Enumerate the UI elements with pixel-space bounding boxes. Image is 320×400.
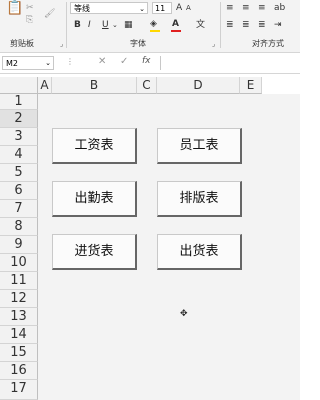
cut-icon[interactable]: ✂: [26, 2, 34, 14]
name-box-value: M2: [6, 59, 18, 68]
chuqin-sheet-button[interactable]: 出勤表: [52, 181, 137, 217]
column-header-b[interactable]: B: [52, 77, 137, 94]
clipboard-launcher-icon[interactable]: ⌟: [60, 40, 63, 48]
align-top-icon[interactable]: ≡: [226, 2, 234, 14]
row-header[interactable]: 8: [0, 218, 38, 236]
clipboard-group-label: 剪贴板: [10, 39, 34, 48]
chevron-down-icon: ⌄: [139, 5, 145, 13]
chevron-down-icon: ⌄: [45, 59, 51, 67]
font-name-dropdown[interactable]: 等线 ⌄: [70, 2, 148, 14]
row-header[interactable]: 7: [0, 200, 38, 218]
column-header-d[interactable]: D: [157, 77, 240, 94]
column-header-c[interactable]: C: [137, 77, 157, 94]
bold-button[interactable]: B: [74, 19, 81, 31]
row-header[interactable]: 5: [0, 164, 38, 182]
row-header[interactable]: 6: [0, 182, 38, 200]
indent-icon[interactable]: ⇥: [274, 19, 282, 31]
row-header[interactable]: 3: [0, 128, 38, 146]
align-left-icon[interactable]: ≣: [226, 19, 234, 31]
row-header[interactable]: 14: [0, 326, 38, 344]
fill-color-icon[interactable]: ◈: [150, 18, 157, 30]
row-header[interactable]: 4: [0, 146, 38, 164]
increase-font-icon[interactable]: A: [176, 2, 182, 14]
column-header-e[interactable]: E: [240, 77, 262, 94]
row-header[interactable]: 12: [0, 290, 38, 308]
align-right-icon[interactable]: ≣: [258, 19, 266, 31]
jinhuo-sheet-button[interactable]: 进货表: [52, 234, 137, 270]
row-header[interactable]: 1: [0, 94, 38, 110]
more-icon: ⋮: [66, 57, 74, 66]
chuhuo-sheet-button[interactable]: 出货表: [157, 234, 242, 270]
row-header[interactable]: 16: [0, 362, 38, 380]
row-header[interactable]: 15: [0, 344, 38, 362]
font-launcher-icon[interactable]: ⌟: [212, 40, 215, 48]
border-icon[interactable]: ▦: [124, 19, 133, 31]
font-color-icon[interactable]: A: [172, 18, 179, 30]
font-size-dropdown[interactable]: 11: [152, 2, 172, 14]
row-header[interactable]: 17: [0, 380, 38, 400]
row-header[interactable]: 2: [0, 110, 38, 128]
enter-icon[interactable]: ✓: [120, 56, 128, 67]
row-header[interactable]: 11: [0, 272, 38, 290]
copy-icon[interactable]: ⎘: [26, 14, 33, 26]
align-middle-icon[interactable]: ≡: [242, 2, 250, 14]
formula-input[interactable]: [160, 56, 301, 70]
fill-color-bar: [150, 30, 160, 32]
underline-button[interactable]: U: [102, 19, 109, 31]
font-group-label: 字体: [130, 39, 146, 48]
phonetic-icon[interactable]: 文: [196, 19, 205, 31]
row-header[interactable]: 10: [0, 254, 38, 272]
align-center-icon[interactable]: ≣: [242, 19, 250, 31]
format-painter-icon[interactable]: 🖌: [44, 8, 55, 20]
font-color-bar: [171, 30, 181, 32]
row-header[interactable]: 9: [0, 236, 38, 254]
ribbon: 📋 ✂ ⎘ 🖌 剪贴板 ⌟ 等线 ⌄ 11 A A B I U ⌄ ▦ ◈ A …: [0, 0, 300, 53]
alignment-group-label: 对齐方式: [252, 39, 284, 48]
yuangong-sheet-button[interactable]: 员工表: [157, 128, 242, 164]
chevron-down-icon[interactable]: ⌄: [112, 19, 118, 31]
column-header-a[interactable]: A: [38, 77, 52, 94]
cancel-icon[interactable]: ✕: [98, 56, 106, 67]
paiban-sheet-button[interactable]: 排版表: [157, 181, 242, 217]
formula-bar: M2 ⌄ ⋮ ✕ ✓ fx: [0, 53, 300, 74]
orientation-icon[interactable]: ab: [274, 2, 285, 14]
select-all-corner[interactable]: [0, 77, 38, 94]
divider: [66, 2, 67, 48]
move-cursor-icon: ✥: [180, 309, 188, 319]
divider: [220, 2, 221, 48]
paste-icon[interactable]: 📋: [6, 1, 23, 15]
name-box[interactable]: M2 ⌄: [2, 56, 54, 70]
font-size-value: 11: [155, 4, 166, 13]
gongzi-sheet-button[interactable]: 工资表: [52, 128, 137, 164]
decrease-font-icon[interactable]: A: [186, 2, 191, 14]
italic-button[interactable]: I: [88, 19, 91, 31]
row-header[interactable]: 13: [0, 308, 38, 326]
function-icon[interactable]: fx: [142, 56, 151, 66]
font-name-value: 等线: [74, 4, 90, 13]
align-bottom-icon[interactable]: ≡: [258, 2, 266, 14]
